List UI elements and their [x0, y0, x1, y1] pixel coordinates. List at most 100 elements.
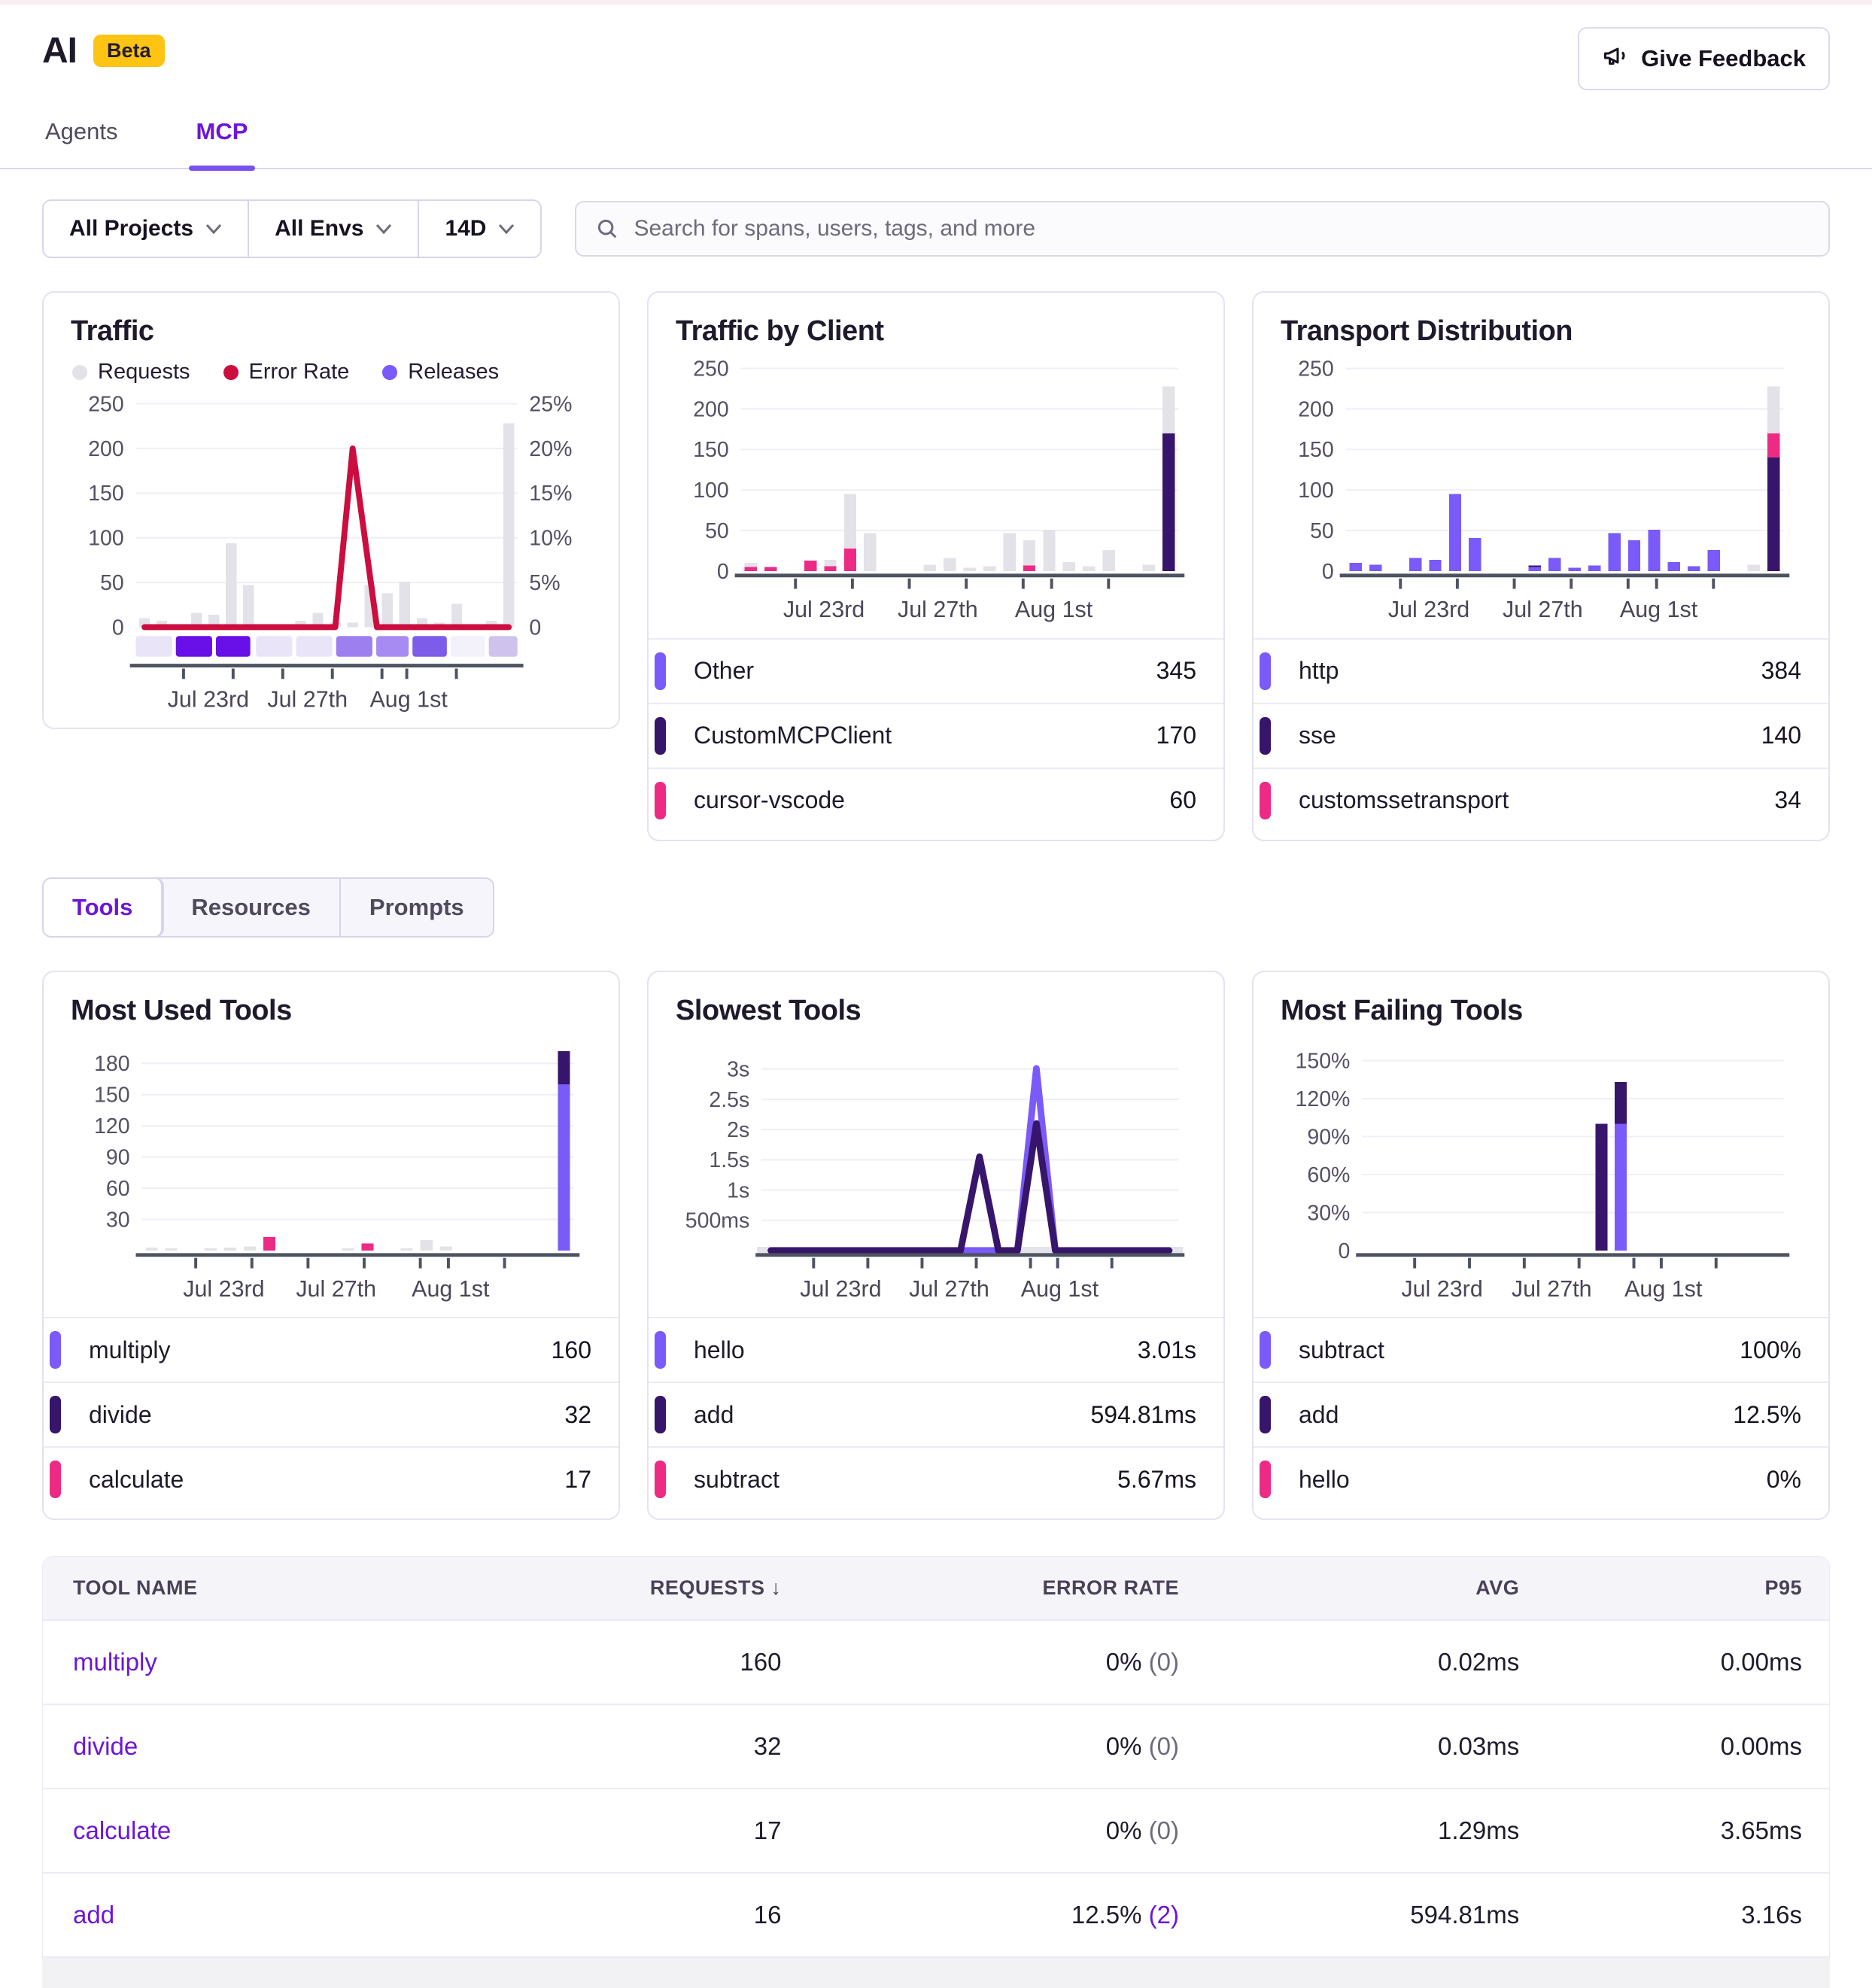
series-color-marker — [1260, 1396, 1271, 1433]
card-title: Traffic by Client — [676, 315, 1196, 348]
svg-text:Jul 23rd: Jul 23rd — [1388, 597, 1469, 622]
svg-text:Jul 27th: Jul 27th — [296, 1275, 376, 1301]
error-count: (0) — [1149, 1816, 1179, 1844]
chevron-down-icon — [205, 223, 222, 234]
legend-row-cursor-vscode[interactable]: cursor-vscode60 — [649, 768, 1223, 832]
legend-row-hello[interactable]: hello0% — [1254, 1446, 1828, 1511]
card-transport-distribution: Transport Distribution050100150200250Jul… — [1252, 291, 1830, 841]
svg-text:Jul 27th: Jul 27th — [267, 687, 348, 713]
give-feedback-label: Give Feedback — [1641, 45, 1806, 72]
svg-text:50: 50 — [705, 519, 729, 543]
legend-row-label: subtract — [1299, 1336, 1384, 1364]
column-header-avg[interactable]: AVG — [1206, 1557, 1546, 1620]
legend-row-custommcpclient[interactable]: CustomMCPClient170 — [649, 703, 1223, 768]
legend-row-http[interactable]: http384 — [1254, 638, 1828, 703]
svg-text:150: 150 — [1298, 438, 1334, 462]
traffic-chart: 05010015020025005%10%15%20%25%Jul 23rdJu… — [71, 388, 591, 720]
date-range-dropdown[interactable]: 14D — [419, 201, 540, 257]
legend-row-hello[interactable]: hello3.01s — [649, 1317, 1223, 1382]
env-filter-label: All Envs — [275, 216, 363, 242]
search-input[interactable] — [634, 216, 1809, 242]
legend-row-divide[interactable]: divide 32 — [44, 1382, 618, 1446]
legend-label: Error Rate — [249, 360, 350, 385]
primary-tabs: Agents MCP — [0, 108, 1872, 169]
card-title: Most Used Tools — [71, 995, 591, 1027]
series-color-marker — [655, 1331, 666, 1369]
search-bar — [575, 201, 1830, 257]
chart-legend-list: subtract100%add12.5%hello0% — [1254, 1317, 1828, 1511]
cell-requests: 32 — [422, 1704, 809, 1789]
svg-text:30: 30 — [106, 1208, 130, 1232]
legend-row-sse[interactable]: sse140 — [1254, 703, 1828, 768]
legend-row-multiply[interactable]: multiply160 — [44, 1317, 618, 1382]
subtab-prompts[interactable]: Prompts — [341, 879, 493, 936]
table-row: calculate170% (0)1.29ms3.65ms — [43, 1789, 1829, 1873]
env-filter-dropdown[interactable]: All Envs — [249, 201, 419, 257]
column-header-p95[interactable]: P95 — [1546, 1557, 1829, 1620]
legend-row-calculate[interactable]: calculate17 — [44, 1446, 618, 1511]
tool-link-multiply[interactable]: multiply — [73, 1648, 157, 1676]
subtab-tools[interactable]: Tools — [44, 879, 163, 936]
legend-row-subtract[interactable]: subtract100% — [1254, 1317, 1828, 1382]
legend-row-add[interactable]: add12.5% — [1254, 1382, 1828, 1446]
card-title: Most Failing Tools — [1281, 995, 1801, 1027]
table-row: add1612.5% (2)594.81ms3.16s — [43, 1873, 1829, 1956]
svg-text:150%: 150% — [1295, 1049, 1350, 1073]
series-color-marker — [655, 782, 666, 819]
cell-requests: 16 — [422, 1873, 809, 1956]
svg-text:120%: 120% — [1295, 1087, 1350, 1111]
svg-text:5%: 5% — [529, 571, 560, 595]
legend-row-add[interactable]: add594.81ms — [649, 1382, 1223, 1446]
column-header-tool-name[interactable]: TOOL NAME — [43, 1557, 422, 1620]
tool-link-calculate[interactable]: calculate — [73, 1816, 171, 1844]
megaphone-icon — [1602, 42, 1629, 75]
filter-segmented-control: All Projects All Envs 14D — [42, 199, 542, 258]
page-header: AI Beta Give Feedback — [0, 5, 1872, 71]
svg-text:90%: 90% — [1307, 1125, 1350, 1149]
table-row: multiply1600% (0)0.02ms0.00ms — [43, 1620, 1829, 1704]
legend-label: Releases — [408, 360, 499, 385]
beta-badge: Beta — [93, 35, 165, 67]
svg-text:250: 250 — [693, 357, 729, 381]
svg-text:Jul 27th: Jul 27th — [1512, 1275, 1592, 1301]
legend-row-value: 160 — [552, 1336, 591, 1364]
series-color-marker — [50, 1461, 61, 1498]
svg-text:200: 200 — [88, 437, 124, 461]
error-count: (0) — [1149, 1648, 1179, 1676]
legend-row-label: add — [694, 1401, 734, 1429]
cell-p95: 0.00ms — [1546, 1704, 1829, 1789]
series-color-marker — [50, 1331, 61, 1369]
svg-text:Jul 23rd: Jul 23rd — [183, 1275, 264, 1301]
series-color-marker — [655, 1396, 666, 1433]
tool-link-divide[interactable]: divide — [73, 1732, 138, 1760]
series-color-marker — [50, 1396, 61, 1433]
series-color-marker — [655, 717, 666, 755]
legend-row-label: divide — [89, 1401, 152, 1429]
svg-text:25%: 25% — [529, 392, 572, 416]
legend-row-customssetransport[interactable]: customssetransport34 — [1254, 768, 1828, 832]
give-feedback-button[interactable]: Give Feedback — [1578, 27, 1830, 90]
svg-text:Aug 1st: Aug 1st — [1624, 1275, 1703, 1301]
cell-avg: 594.81ms — [1206, 1873, 1546, 1956]
card-most-used-tools: Most Used Tools306090120150180Jul 23rdJu… — [42, 971, 620, 1521]
project-filter-dropdown[interactable]: All Projects — [44, 201, 249, 257]
tool-link-add[interactable]: add — [73, 1901, 114, 1929]
tab-mcp[interactable]: MCP — [193, 108, 251, 168]
legend-row-other[interactable]: Other345 — [649, 638, 1223, 703]
legend-row-value: 5.67ms — [1117, 1466, 1196, 1494]
svg-text:0: 0 — [1339, 1239, 1351, 1263]
tab-agents[interactable]: Agents — [42, 108, 121, 168]
svg-text:120: 120 — [94, 1114, 130, 1138]
chart-legend-list: hello3.01sadd594.81mssubtract5.67ms — [649, 1317, 1223, 1511]
svg-text:Aug 1st: Aug 1st — [1015, 597, 1093, 622]
legend-row-value: 32 — [564, 1401, 591, 1429]
table-next-row-cutoff — [42, 1956, 1830, 1988]
column-header-error-rate[interactable]: ERROR RATE — [808, 1557, 1206, 1620]
legend-row-subtract[interactable]: subtract5.67ms — [649, 1446, 1223, 1511]
column-header-requests[interactable]: REQUESTS ↓ — [422, 1557, 809, 1620]
cell-tool-name: add — [43, 1873, 422, 1956]
legend-row-value: 170 — [1156, 722, 1196, 749]
svg-text:100: 100 — [88, 527, 124, 551]
subtab-resources[interactable]: Resources — [163, 879, 341, 936]
legend-dot-icon — [72, 365, 87, 380]
